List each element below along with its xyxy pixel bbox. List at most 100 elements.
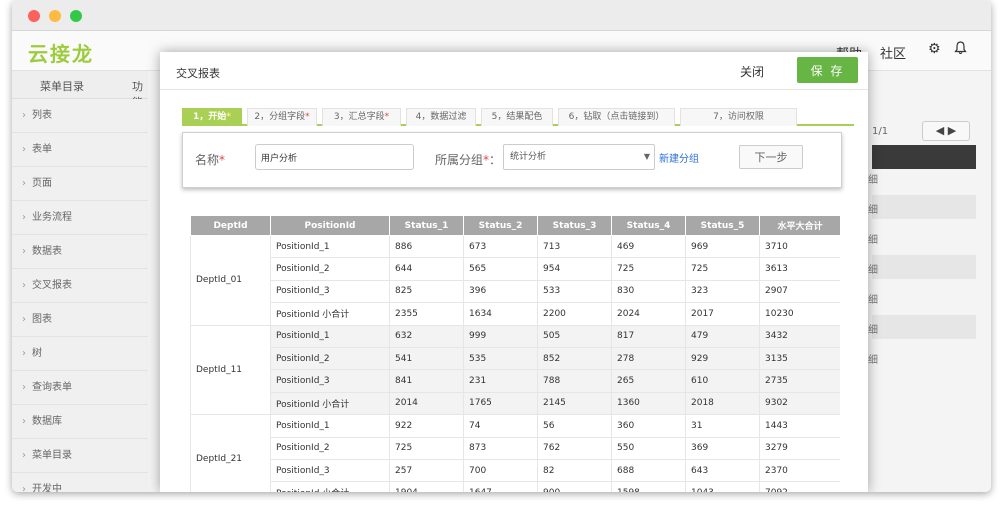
table-row: PositionId 小合计19041647900159810437092 xyxy=(191,481,840,492)
value-cell: 632 xyxy=(389,324,464,348)
sidebar-item[interactable]: 数据库 xyxy=(12,405,148,439)
dept-cell: DeptId_21 xyxy=(190,414,271,492)
wizard-step-4[interactable]: 4，数据过滤 xyxy=(406,108,476,126)
value-cell: 2200 xyxy=(537,302,612,326)
value-cell: 852 xyxy=(537,346,612,371)
value-cell: 1598 xyxy=(611,481,686,492)
sidebar-item[interactable]: 列表 xyxy=(12,99,148,133)
sidebar-item[interactable]: 树 xyxy=(12,337,148,371)
column-header: PositionId xyxy=(270,215,390,236)
value-cell: 3432 xyxy=(759,324,840,348)
value-cell: 1904 xyxy=(389,481,464,492)
close-button[interactable]: 关闭 xyxy=(740,63,764,80)
bg-list-row xyxy=(872,255,976,279)
value-cell: 900 xyxy=(537,481,612,492)
dept-cell: DeptId_11 xyxy=(190,324,271,416)
value-cell: 929 xyxy=(685,346,760,371)
value-cell: 265 xyxy=(611,369,686,393)
value-cell: 360 xyxy=(611,414,686,438)
dept-cell: DeptId_01 xyxy=(190,235,271,326)
wizard-step-7[interactable]: 7，访问权限 xyxy=(680,108,797,126)
value-cell: 2735 xyxy=(759,369,840,393)
sidebar-item[interactable]: 开发中 xyxy=(12,473,148,492)
value-cell: 762 xyxy=(537,436,612,460)
value-cell: 7092 xyxy=(759,481,840,492)
value-cell: 231 xyxy=(463,369,538,393)
value-cell: 873 xyxy=(463,436,538,460)
value-cell: 1043 xyxy=(685,481,760,492)
sidebar: 列表表单页面业务流程数据表交叉报表图表树查询表单数据库菜单目录开发中 xyxy=(12,99,148,492)
sidebar-item[interactable]: 图表 xyxy=(12,303,148,337)
wizard-step-5[interactable]: 5，结果配色 xyxy=(481,108,553,126)
basic-info-form: 名称* 所属分组*： 统计分析 ▼ 新建分组 下一步 xyxy=(182,132,842,188)
group-label: 所属分组*： xyxy=(435,153,502,167)
value-cell: 825 xyxy=(389,279,464,304)
value-cell: 2355 xyxy=(389,302,464,326)
value-cell: 713 xyxy=(537,234,612,259)
position-cell: PositionId 小合计 xyxy=(270,302,390,326)
wizard-steps: 1，开始* 2，分组字段* 3，汇总字段* 4，数据过滤 5，结果配色 6，钻取（点击链接… xyxy=(182,106,854,126)
column-header: DeptId xyxy=(190,215,271,236)
required-marker: * xyxy=(226,112,231,122)
table-row: DeptId_21 PositionId_1 922 74 56 360 31 1443 xyxy=(190,414,840,492)
wizard-step-label: 2，分组字段 xyxy=(254,112,306,122)
position-cell: PositionId 小合计 xyxy=(270,481,390,492)
group-select-value: 统计分析 xyxy=(510,152,547,162)
bg-list-header xyxy=(872,145,976,169)
wizard-step-2[interactable]: 2，分组字段* xyxy=(247,108,317,126)
value-cell: 2024 xyxy=(611,302,686,326)
close-window-icon[interactable] xyxy=(28,10,40,22)
wizard-step-6[interactable]: 6，钻取（点击链接到） xyxy=(558,108,675,126)
value-cell: 969 xyxy=(685,234,760,259)
gear-icon[interactable]: ⚙ xyxy=(928,41,941,57)
table-row: PositionId 小合计 2355 1634 2200 2024 2017 10230 xyxy=(191,302,840,326)
pager-label: 1/1 xyxy=(872,126,889,137)
sidebar-item[interactable]: 交叉报表 xyxy=(12,269,148,303)
position-cell: PositionId 小合计 xyxy=(270,391,390,416)
value-cell: 479 xyxy=(685,324,760,348)
bell-icon[interactable] xyxy=(954,41,967,59)
value-cell: 1634 xyxy=(463,302,538,326)
sidebar-item[interactable]: 查询表单 xyxy=(12,371,148,405)
wizard-step-1[interactable]: 1，开始* xyxy=(182,108,242,126)
wizard-step-3[interactable]: 3，汇总字段* xyxy=(322,108,401,126)
required-marker: * xyxy=(305,112,310,122)
minimize-window-icon[interactable] xyxy=(49,10,61,22)
save-button[interactable]: 保 存 xyxy=(797,57,858,83)
value-cell: 369 xyxy=(685,436,760,460)
value-cell: 10230 xyxy=(759,302,840,326)
value-cell: 954 xyxy=(537,257,612,281)
sidebar-tabs: 菜单目录 功能 xyxy=(12,71,148,109)
value-cell: 2907 xyxy=(759,279,840,304)
value-cell: 74 xyxy=(463,414,538,438)
column-header: Status_3 xyxy=(537,215,612,236)
name-input[interactable] xyxy=(255,144,414,170)
tab-menu-directory[interactable]: 菜单目录 xyxy=(40,78,84,94)
value-cell: 1765 xyxy=(463,391,538,416)
wizard-step-label: 6，钻取（点击链接到） xyxy=(568,112,665,122)
value-cell: 999 xyxy=(463,324,538,348)
value-cell: 541 xyxy=(389,346,464,371)
sidebar-item[interactable]: 菜单目录 xyxy=(12,439,148,473)
sidebar-item[interactable]: 业务流程 xyxy=(12,201,148,235)
table-row: PositionId 小合计 2014 1765 2145 1360 2018 9302 xyxy=(191,391,840,416)
sidebar-item[interactable]: 数据表 xyxy=(12,235,148,269)
sidebar-item[interactable]: 页面 xyxy=(12,167,148,201)
pager-nav-buttons[interactable]: ◀ ▶ xyxy=(922,121,970,141)
value-cell: 257 xyxy=(389,458,464,483)
sidebar-item[interactable]: 表单 xyxy=(12,133,148,167)
value-cell: 725 xyxy=(611,257,686,281)
next-step-button[interactable]: 下一步 xyxy=(739,145,803,169)
maximize-window-icon[interactable] xyxy=(70,10,82,22)
value-cell: 3279 xyxy=(759,436,840,460)
column-header: 水平大合计 xyxy=(759,215,840,236)
group-select[interactable]: 统计分析 ▼ xyxy=(503,144,655,170)
value-cell: 673 xyxy=(463,234,538,259)
value-cell: 841 xyxy=(389,369,464,393)
value-cell: 886 xyxy=(389,234,464,259)
new-group-link[interactable]: 新建分组 xyxy=(659,150,699,165)
value-cell: 922 xyxy=(389,414,464,438)
value-cell: 550 xyxy=(611,436,686,460)
column-header: Status_4 xyxy=(611,215,686,236)
community-link[interactable]: 社区 xyxy=(880,43,906,62)
